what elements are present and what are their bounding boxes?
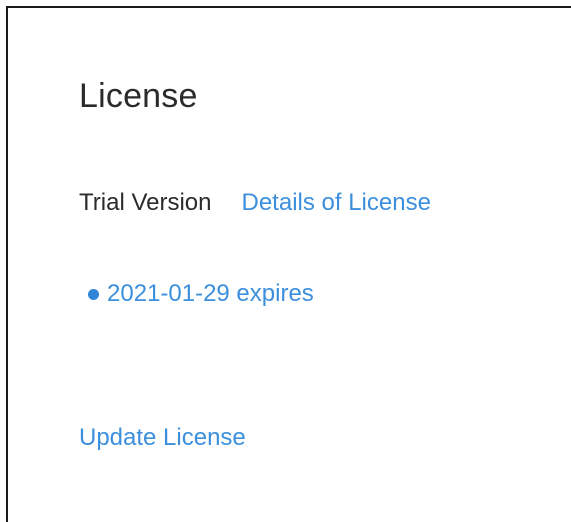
details-of-license-link[interactable]: Details of License [242, 189, 431, 217]
license-expiry-row: 2021-01-29 expires [88, 279, 314, 309]
license-expiry-text: 2021-01-29 expires [107, 280, 314, 307]
page-title: License [79, 77, 198, 115]
license-version-label: Trial Version [79, 189, 212, 216]
status-dot-icon [88, 288, 99, 300]
update-license-link[interactable]: Update License [79, 423, 246, 453]
license-panel: License Trial Version Details of License… [6, 6, 571, 522]
license-type-row: Trial Version Details of License [79, 188, 431, 218]
